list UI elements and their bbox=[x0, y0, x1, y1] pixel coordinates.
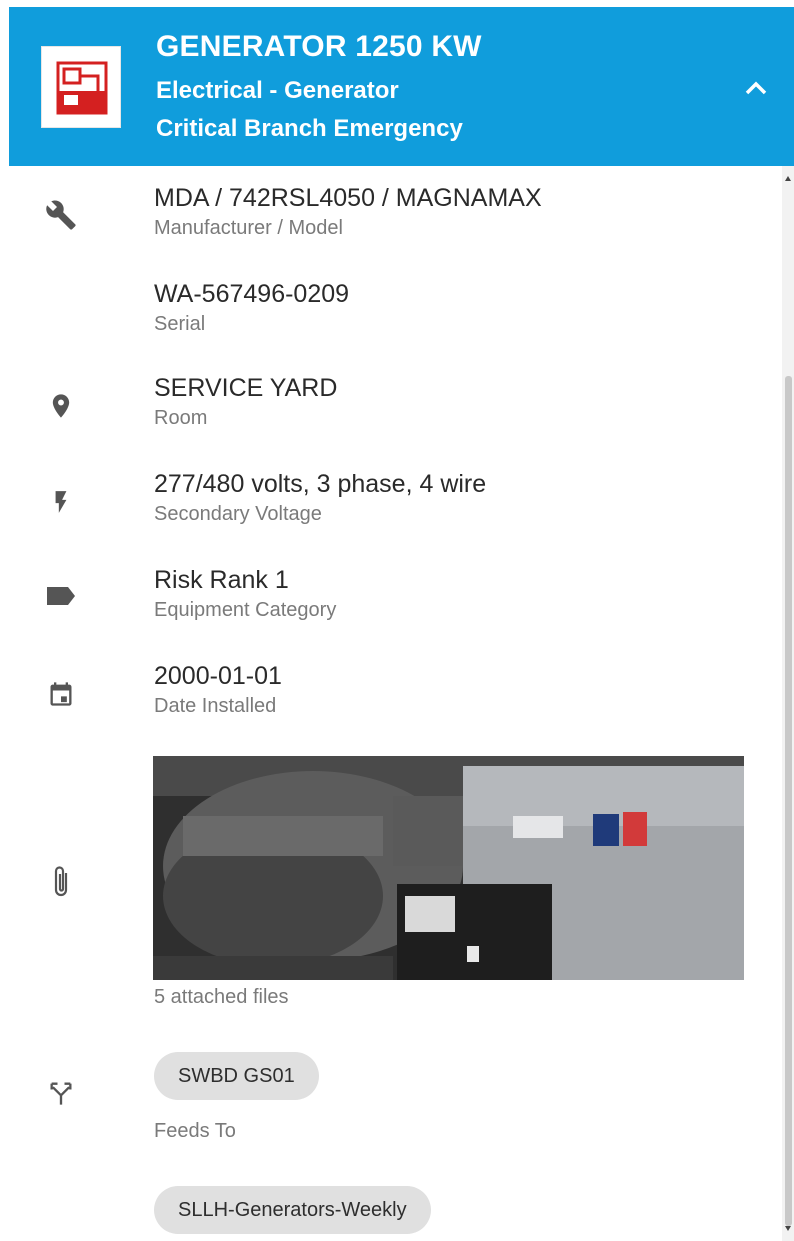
generator-photo[interactable] bbox=[153, 756, 744, 980]
date-installed-value: 2000-01-01 bbox=[154, 662, 282, 690]
generator-symbol-icon bbox=[41, 46, 121, 128]
room-value: SERVICE YARD bbox=[154, 374, 338, 402]
room-label: Room bbox=[154, 407, 208, 429]
serial-label: Serial bbox=[154, 313, 206, 335]
attached-files-count[interactable]: 5 attached files bbox=[154, 986, 289, 1009]
lightning-bolt-icon bbox=[45, 486, 77, 518]
feeds-to-label: Feeds To bbox=[154, 1120, 236, 1142]
asset-header[interactable]: GENERATOR 1250 KW Electrical - Generator… bbox=[9, 7, 794, 166]
chevron-up-icon[interactable] bbox=[739, 71, 773, 105]
scroll-up-arrow-icon[interactable] bbox=[785, 176, 791, 181]
scrollbar[interactable] bbox=[782, 166, 794, 1241]
schedule-chip[interactable]: SLLH-Generators-Weekly bbox=[154, 1186, 431, 1234]
manufacturer-model-label: Manufacturer / Model bbox=[154, 217, 343, 239]
scroll-down-arrow-icon[interactable] bbox=[785, 1226, 791, 1231]
secondary-voltage-label: Secondary Voltage bbox=[154, 503, 322, 525]
secondary-voltage-value: 277/480 volts, 3 phase, 4 wire bbox=[154, 470, 487, 498]
asset-title: GENERATOR 1250 KW bbox=[156, 30, 482, 63]
feeds-to-chip[interactable]: SWBD GS01 bbox=[154, 1052, 319, 1100]
wrench-icon bbox=[45, 199, 77, 231]
location-pin-icon bbox=[45, 390, 77, 422]
serial-value: WA-567496-0209 bbox=[154, 280, 350, 308]
equipment-category-value: Risk Rank 1 bbox=[154, 566, 289, 594]
tag-icon bbox=[45, 580, 77, 612]
asset-type: Electrical - Generator bbox=[156, 77, 399, 104]
asset-branch: Critical Branch Emergency bbox=[156, 115, 463, 142]
paperclip-icon bbox=[45, 866, 77, 898]
calendar-icon bbox=[45, 678, 77, 710]
manufacturer-model-value: MDA / 742RSL4050 / MAGNAMAX bbox=[154, 184, 542, 212]
scrollbar-thumb[interactable] bbox=[785, 376, 792, 1226]
fork-arrows-icon bbox=[45, 1077, 77, 1109]
date-installed-label: Date Installed bbox=[154, 695, 277, 717]
equipment-category-label: Equipment Category bbox=[154, 599, 337, 621]
asset-details-panel[interactable]: MDA / 742RSL4050 / MAGNAMAX Manufacturer… bbox=[9, 166, 782, 1241]
